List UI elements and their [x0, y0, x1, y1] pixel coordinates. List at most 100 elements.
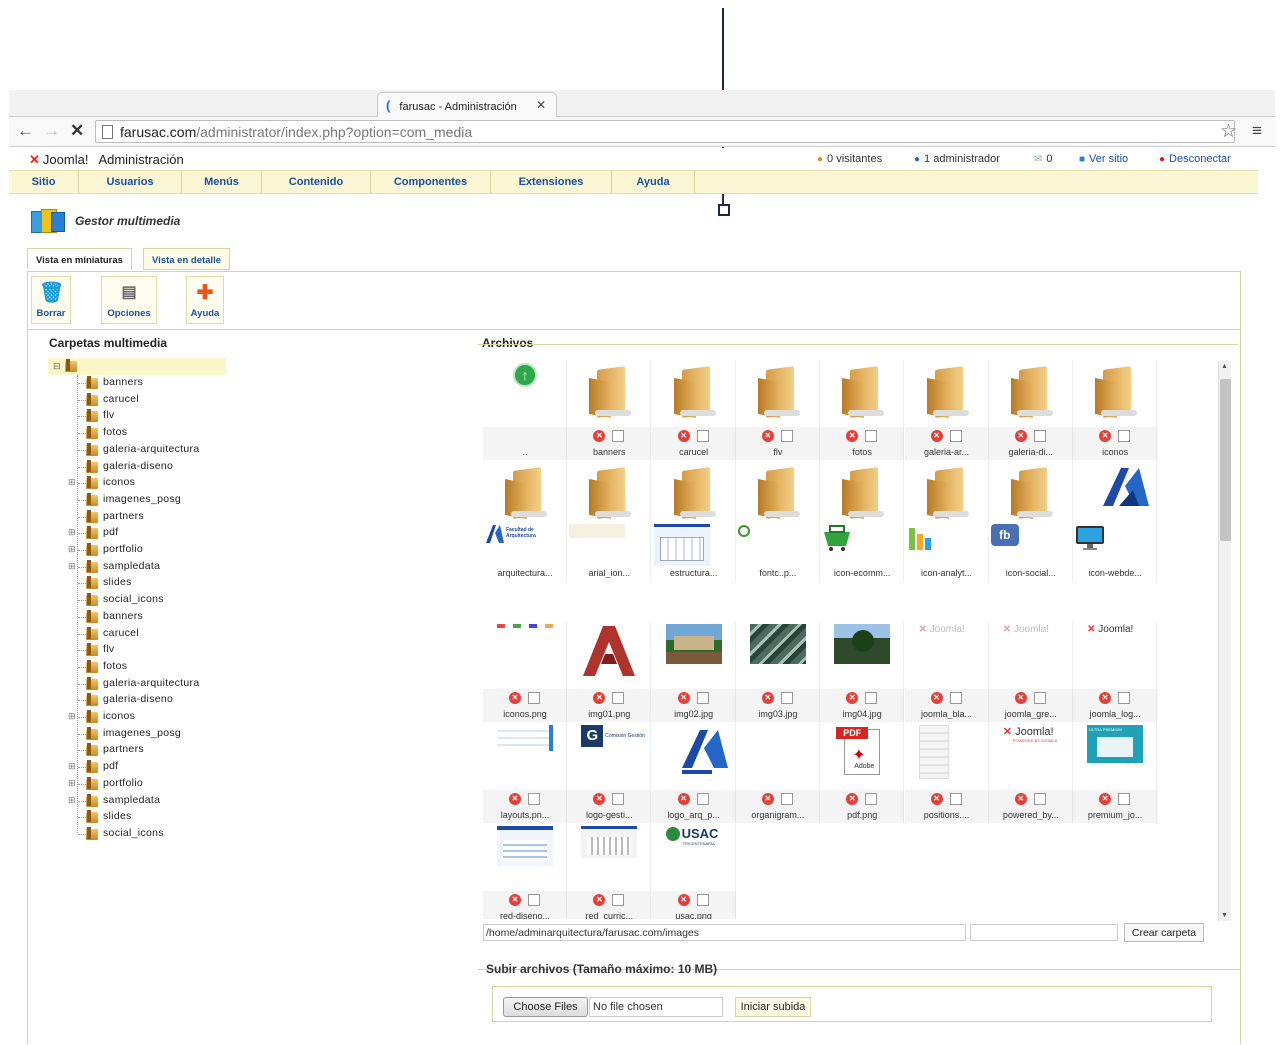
select-checkbox[interactable] — [780, 793, 793, 805]
select-checkbox[interactable] — [612, 692, 625, 704]
menu-componentes[interactable]: Componentes — [371, 171, 491, 194]
delete-icon[interactable]: ✕ — [846, 430, 859, 442]
expand-icon[interactable]: ⊞ — [68, 795, 76, 806]
file-item[interactable]: ✕ img03.jpg — [735, 622, 820, 722]
file-item[interactable]: ✕ layouts.pn... — [483, 723, 567, 823]
select-checkbox[interactable] — [865, 430, 878, 442]
forward-icon[interactable]: → — [43, 121, 60, 141]
select-checkbox[interactable] — [612, 793, 625, 805]
delete-icon[interactable]: ✕ — [1099, 430, 1112, 442]
file-item[interactable]: arial_ion... — [567, 522, 652, 582]
delete-icon[interactable]: ✕ — [930, 793, 943, 805]
scroll-thumb[interactable] — [1220, 379, 1231, 541]
file-item[interactable]: icon-webde... — [1073, 522, 1158, 582]
delete-icon[interactable]: ✕ — [1014, 793, 1027, 805]
delete-icon[interactable]: ✕ — [1014, 692, 1027, 704]
help-button[interactable]: ✚ Ayuda — [186, 276, 224, 324]
start-upload-button[interactable]: Iniciar subida — [735, 997, 811, 1017]
menu-extensiones[interactable]: Extensiones — [491, 171, 612, 194]
messages-status[interactable]: ✉ 0 — [1034, 153, 1053, 165]
delete-icon[interactable]: ✕ — [846, 793, 859, 805]
delete-icon[interactable]: ✕ — [593, 894, 606, 906]
select-checkbox[interactable] — [780, 430, 793, 442]
delete-icon[interactable]: ✕ — [930, 430, 943, 442]
expand-icon[interactable]: ⊞ — [68, 761, 76, 772]
back-icon[interactable]: ← — [17, 121, 34, 141]
delete-icon[interactable]: ✕ — [1014, 430, 1027, 442]
expand-icon[interactable]: ⊞ — [68, 527, 76, 538]
address-bar[interactable]: farusac.com/administrator/index.php?opti… — [95, 120, 1235, 143]
file-item[interactable]: ✕ Joomla! ✕ joomla_gre... — [988, 622, 1073, 722]
file-item[interactable]: ✕ img02.jpg — [651, 622, 736, 722]
view-site-link[interactable]: ■ Ver sitio — [1079, 153, 1128, 165]
expand-icon[interactable]: ⊞ — [68, 561, 76, 572]
bookmark-star-icon[interactable]: ☆ — [1220, 120, 1237, 143]
file-item[interactable]: icon-analyt... — [904, 522, 989, 582]
folder-item[interactable]: ✕ galeria-di... — [988, 360, 1073, 460]
folder-item[interactable]: ✕ iconos — [1073, 360, 1158, 460]
stop-icon[interactable]: ✕ — [70, 121, 84, 141]
folder-item[interactable]: ✕ carucel — [651, 360, 736, 460]
expand-icon[interactable]: ⊞ — [68, 477, 76, 488]
delete-icon[interactable]: ✕ — [677, 894, 690, 906]
tab-thumbnails[interactable]: Vista en miniaturas — [27, 248, 132, 270]
file-item[interactable]: Facultad de Arquitectura arquitectura... — [483, 522, 567, 582]
folder-item[interactable]: ✕ fotos — [820, 360, 905, 460]
file-item[interactable]: ✕ red-diseno... — [483, 824, 567, 919]
file-item[interactable]: ✕ Joomla! POWERED BY JOOMLA ✕ powered_by... — [988, 723, 1073, 823]
tab-detail[interactable]: Vista en detalle — [143, 248, 230, 270]
file-item[interactable]: icon-ecomm... — [820, 522, 905, 582]
file-item[interactable]: ✕ logo_arq_p... — [651, 723, 736, 823]
select-checkbox[interactable] — [528, 692, 540, 704]
logout-link[interactable]: ● Desconectar — [1159, 153, 1231, 165]
select-checkbox[interactable] — [949, 793, 962, 805]
file-item[interactable]: fb icon-social... — [988, 522, 1073, 582]
file-item[interactable]: USAC TRICENTENARIA ✕ usac.png — [651, 824, 736, 919]
file-item[interactable]: PDF ✦ Adobe ✕ pdf.png — [820, 723, 905, 823]
select-checkbox[interactable] — [1118, 793, 1131, 805]
file-item[interactable]: ✕ positions.... — [904, 723, 989, 823]
tree-root[interactable]: ⊟ — [48, 358, 226, 375]
file-item[interactable]: ✕ organigram... — [735, 723, 820, 823]
expand-icon[interactable]: ⊞ — [68, 711, 76, 722]
select-checkbox[interactable] — [780, 692, 793, 704]
delete-icon[interactable]: ✕ — [509, 692, 521, 704]
select-checkbox[interactable] — [696, 430, 709, 442]
select-checkbox[interactable] — [1033, 430, 1046, 442]
file-item[interactable]: ✕ Joomla! ✕ joomla_bla... — [904, 622, 989, 722]
delete-icon[interactable]: ✕ — [846, 692, 859, 704]
menu-menus[interactable]: Menús — [182, 171, 262, 194]
select-checkbox[interactable] — [528, 894, 540, 906]
select-checkbox[interactable] — [528, 793, 540, 805]
select-checkbox[interactable] — [949, 692, 962, 704]
options-button[interactable]: ▤ Opciones — [101, 276, 157, 324]
select-checkbox[interactable] — [696, 894, 709, 906]
delete-icon[interactable]: ✕ — [509, 894, 521, 906]
select-checkbox[interactable] — [865, 692, 878, 704]
file-item[interactable]: fontc..p... — [735, 522, 820, 582]
expand-icon[interactable]: ⊞ — [68, 544, 76, 555]
delete-icon[interactable]: ✕ — [1099, 793, 1112, 805]
folder-path-field[interactable]: /home/adminarquitectura/farusac.com/imag… — [483, 924, 966, 941]
select-checkbox[interactable] — [1033, 793, 1046, 805]
up-arrow-icon[interactable]: ↑ — [513, 363, 537, 387]
delete-icon[interactable]: ✕ — [593, 793, 606, 805]
file-item[interactable]: estructura... — [651, 522, 736, 582]
menu-contenido[interactable]: Contenido — [262, 171, 371, 194]
menu-usuarios[interactable]: Usuarios — [79, 171, 182, 194]
select-checkbox[interactable] — [696, 692, 709, 704]
close-tab-icon[interactable]: ✕ — [536, 98, 546, 112]
browser-menu-icon[interactable]: ≡ — [1252, 121, 1262, 141]
delete-button[interactable]: 🗑 Borrar — [31, 276, 71, 324]
select-checkbox[interactable] — [865, 793, 878, 805]
folder-item[interactable]: ✕ galeria-ar... — [904, 360, 989, 460]
select-checkbox[interactable] — [612, 430, 625, 442]
delete-icon[interactable]: ✕ — [761, 692, 774, 704]
menu-ayuda[interactable]: Ayuda — [612, 171, 695, 194]
select-checkbox[interactable] — [1033, 692, 1046, 704]
delete-icon[interactable]: ✕ — [1099, 692, 1112, 704]
files-scrollbar[interactable]: ▲ ▼ — [1218, 361, 1231, 921]
menu-sitio[interactable]: Sitio — [9, 171, 79, 194]
delete-icon[interactable]: ✕ — [677, 430, 690, 442]
file-item[interactable]: ✕ iconos.png — [483, 622, 567, 722]
